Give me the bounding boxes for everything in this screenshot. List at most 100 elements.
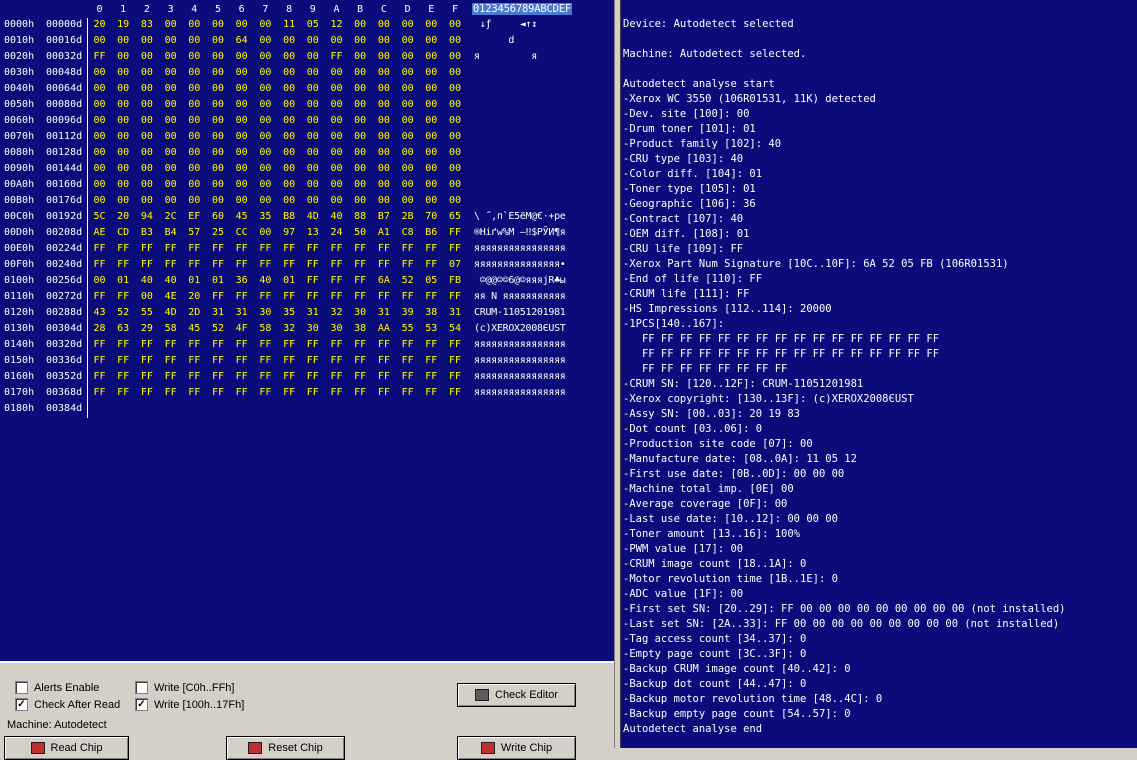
hex-byte[interactable]: 40: [325, 211, 348, 222]
hex-byte[interactable]: FF: [301, 387, 324, 398]
hex-byte[interactable]: FF: [230, 243, 253, 254]
hex-byte[interactable]: 00: [420, 179, 443, 190]
hex-byte[interactable]: 00: [372, 163, 395, 174]
hex-byte[interactable]: 00: [159, 51, 182, 62]
hex-byte[interactable]: FF: [349, 275, 372, 286]
hex-byte[interactable]: 20: [88, 19, 111, 30]
hex-byte[interactable]: 00: [159, 179, 182, 190]
hex-byte[interactable]: 00: [135, 67, 158, 78]
hex-byte[interactable]: FF: [325, 355, 348, 366]
hex-byte[interactable]: 65: [444, 211, 467, 222]
hex-byte[interactable]: FF: [325, 371, 348, 382]
hex-byte[interactable]: FF: [396, 387, 419, 398]
hex-byte[interactable]: FF: [207, 291, 230, 302]
hex-byte[interactable]: FF: [325, 275, 348, 286]
hex-byte[interactable]: FF: [372, 355, 395, 366]
hex-byte[interactable]: 35: [254, 211, 277, 222]
hex-byte[interactable]: 00: [278, 35, 301, 46]
hex-byte[interactable]: 11: [278, 19, 301, 30]
hex-byte[interactable]: 00: [349, 35, 372, 46]
hex-byte[interactable]: 00: [444, 83, 467, 94]
hex-byte[interactable]: 00: [207, 51, 230, 62]
hex-byte[interactable]: FF: [420, 355, 443, 366]
hex-byte[interactable]: FF: [159, 355, 182, 366]
hex-byte[interactable]: FF: [88, 339, 111, 350]
hex-byte[interactable]: 00: [254, 35, 277, 46]
hex-byte[interactable]: FF: [444, 339, 467, 350]
hex-byte[interactable]: 00: [183, 131, 206, 142]
hex-byte[interactable]: 20: [183, 291, 206, 302]
hex-byte[interactable]: 00: [230, 83, 253, 94]
hex-byte[interactable]: FF: [112, 371, 135, 382]
hex-byte[interactable]: 00: [301, 67, 324, 78]
hex-byte[interactable]: 2C: [159, 211, 182, 222]
hex-byte[interactable]: 00: [135, 179, 158, 190]
hex-row[interactable]: 0130h 00304d 28 63 29 58 45 52 4F 58 32 30 30 38 AA 55 5…: [0, 323, 614, 339]
hex-byte[interactable]: 00: [254, 115, 277, 126]
hex-byte[interactable]: 00: [325, 83, 348, 94]
hex-byte[interactable]: 32: [278, 323, 301, 334]
hex-byte[interactable]: 00: [207, 67, 230, 78]
hex-byte[interactable]: 00: [444, 131, 467, 142]
hex-byte[interactable]: 00: [420, 83, 443, 94]
hex-byte[interactable]: 00: [254, 163, 277, 174]
hex-byte[interactable]: 00: [183, 195, 206, 206]
write-c0-checkbox[interactable]: Write [C0h..FFh]: [135, 681, 234, 694]
hex-byte[interactable]: FF: [254, 371, 277, 382]
hex-byte[interactable]: FF: [135, 259, 158, 270]
hex-byte[interactable]: 00: [301, 195, 324, 206]
hex-byte[interactable]: 00: [112, 115, 135, 126]
hex-byte[interactable]: 00: [254, 99, 277, 110]
hex-row[interactable]: 0100h 00256d 00 01 40 40 01 01 36 40 01 FF FF FF 6A 52 0…: [0, 275, 614, 291]
hex-byte[interactable]: 00: [88, 275, 111, 286]
hex-byte[interactable]: 4E: [159, 291, 182, 302]
hex-byte[interactable]: FF: [88, 371, 111, 382]
hex-byte[interactable]: 00: [254, 195, 277, 206]
hex-byte[interactable]: 00: [112, 83, 135, 94]
hex-byte[interactable]: FF: [349, 387, 372, 398]
hex-row[interactable]: 00D0h 00208d AE CD B3 B4 57 25 CC 00 97 13 24 50 A1 C8 B…: [0, 227, 614, 243]
hex-byte[interactable]: 64: [230, 35, 253, 46]
hex-byte[interactable]: FF: [88, 51, 111, 62]
check-after-read-checkbox[interactable]: ✓ Check After Read: [15, 698, 120, 711]
hex-byte[interactable]: 00: [254, 83, 277, 94]
hex-byte[interactable]: EF: [183, 211, 206, 222]
hex-byte[interactable]: B6: [420, 227, 443, 238]
hex-byte[interactable]: FF: [88, 291, 111, 302]
hex-byte[interactable]: FF: [278, 259, 301, 270]
hex-byte[interactable]: 58: [159, 323, 182, 334]
hex-row[interactable]: 0180h 00384d: [0, 403, 614, 419]
hex-byte[interactable]: 83: [135, 19, 158, 30]
hex-byte[interactable]: 00: [88, 115, 111, 126]
hex-byte[interactable]: FF: [325, 259, 348, 270]
hex-byte[interactable]: AA: [372, 323, 395, 334]
hex-byte[interactable]: FF: [88, 387, 111, 398]
hex-byte[interactable]: FF: [254, 291, 277, 302]
hex-byte[interactable]: 00: [112, 51, 135, 62]
hex-byte[interactable]: FF: [159, 387, 182, 398]
hex-byte[interactable]: 00: [420, 51, 443, 62]
hex-byte[interactable]: 00: [420, 163, 443, 174]
hex-byte[interactable]: 00: [112, 195, 135, 206]
hex-byte[interactable]: 52: [207, 323, 230, 334]
hex-byte[interactable]: 00: [230, 99, 253, 110]
hex-byte[interactable]: FF: [112, 291, 135, 302]
hex-byte[interactable]: 01: [183, 275, 206, 286]
hex-byte[interactable]: 00: [325, 179, 348, 190]
hex-byte[interactable]: FF: [207, 355, 230, 366]
hex-byte[interactable]: 35: [278, 307, 301, 318]
hex-byte[interactable]: 00: [207, 131, 230, 142]
hex-byte[interactable]: 24: [325, 227, 348, 238]
hex-byte[interactable]: 45: [230, 211, 253, 222]
hex-byte[interactable]: 00: [135, 83, 158, 94]
hex-byte[interactable]: 00: [444, 179, 467, 190]
hex-row[interactable]: 00F0h 00240d FF FF FF FF FF FF FF FF FF FF FF FF FF FF F…: [0, 259, 614, 275]
hex-byte[interactable]: 00: [396, 19, 419, 30]
hex-byte[interactable]: 00: [396, 195, 419, 206]
hex-byte[interactable]: 00: [349, 163, 372, 174]
hex-byte[interactable]: FF: [349, 355, 372, 366]
hex-row[interactable]: 0150h 00336d FF FF FF FF FF FF FF FF FF FF FF FF FF FF F…: [0, 355, 614, 371]
hex-byte[interactable]: B7: [372, 211, 395, 222]
hex-byte[interactable]: A1: [372, 227, 395, 238]
hex-byte[interactable]: 00: [278, 83, 301, 94]
